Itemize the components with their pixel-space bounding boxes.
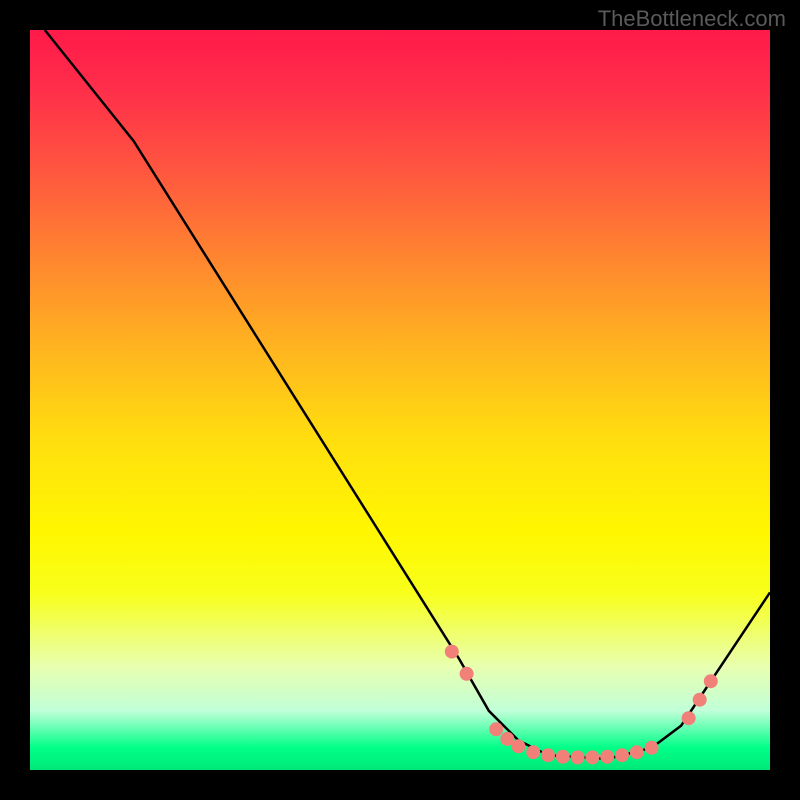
chart-plot-area	[30, 30, 770, 770]
data-marker	[600, 750, 614, 764]
chart-svg	[30, 30, 770, 770]
data-marker	[682, 711, 696, 725]
data-marker	[526, 745, 540, 759]
curve-line	[45, 30, 770, 759]
data-marker	[556, 750, 570, 764]
data-marker	[460, 667, 474, 681]
data-marker	[693, 693, 707, 707]
data-marker	[645, 741, 659, 755]
data-marker	[489, 722, 503, 736]
watermark-text: TheBottleneck.com	[598, 6, 786, 32]
data-marker	[445, 645, 459, 659]
data-marker	[571, 750, 585, 764]
data-marker	[511, 739, 525, 753]
data-marker	[585, 750, 599, 764]
data-marker	[630, 745, 644, 759]
data-marker	[704, 674, 718, 688]
data-marker	[615, 748, 629, 762]
data-marker	[541, 748, 555, 762]
